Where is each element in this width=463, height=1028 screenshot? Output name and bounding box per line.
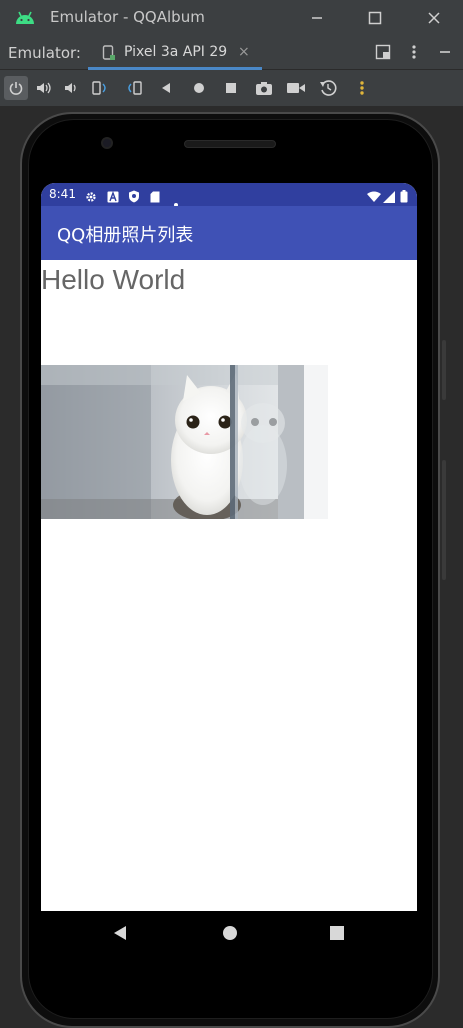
close-icon[interactable]: [422, 6, 446, 30]
screenshot-icon[interactable]: [252, 76, 276, 100]
hello-text: Hello World: [41, 264, 186, 295]
power-side-button[interactable]: [442, 340, 446, 400]
a-status-icon: [107, 188, 119, 207]
sd-card-status-icon: [150, 188, 160, 207]
options-icon[interactable]: [408, 44, 420, 64]
nav-back-icon[interactable]: [113, 925, 127, 945]
battery-icon: [400, 188, 408, 207]
status-time: 8:41: [49, 187, 76, 201]
settings-status-icon: [85, 188, 97, 207]
tab-pixel-3a[interactable]: Pixel 3a API 29 ×: [88, 36, 262, 70]
app-title: QQ相册照片列表: [57, 225, 194, 246]
window-mode-icon[interactable]: [375, 44, 391, 64]
device-screen[interactable]: 8:41 QQ相册照片列表 Hello World: [41, 183, 417, 911]
signal-icon: [383, 188, 395, 207]
maximize-icon[interactable]: [363, 6, 387, 30]
navigation-bar: [41, 911, 417, 959]
nav-home-icon[interactable]: [222, 925, 238, 945]
tab-label: Pixel 3a API 29: [124, 44, 228, 60]
emulator-label: Emulator:: [8, 44, 81, 62]
volume-side-button[interactable]: [442, 460, 446, 580]
hide-icon[interactable]: [438, 44, 452, 64]
emulator-tabbar: Emulator: Pixel 3a API 29 ×: [0, 36, 463, 70]
overview-icon[interactable]: [219, 76, 243, 100]
wifi-icon: [367, 188, 381, 207]
app-bar: QQ相册照片列表: [41, 206, 417, 260]
screen-record-icon[interactable]: [284, 76, 308, 100]
home-icon[interactable]: [187, 76, 211, 100]
minimize-icon[interactable]: [305, 6, 329, 30]
emulator-toolbar: [0, 70, 463, 106]
tab-close-icon[interactable]: ×: [238, 44, 250, 60]
back-icon[interactable]: [154, 76, 178, 100]
rotate-right-icon[interactable]: [122, 76, 146, 100]
volume-up-icon[interactable]: [32, 76, 56, 100]
shield-status-icon: [128, 188, 140, 207]
window-title: Emulator - QQAlbum: [50, 8, 205, 26]
earpiece-speaker: [184, 140, 276, 148]
android-icon: [14, 9, 36, 29]
volume-down-icon[interactable]: [59, 76, 83, 100]
snapshot-icon[interactable]: [316, 76, 340, 100]
device-icon: [102, 45, 116, 65]
white-kitten-photo[interactable]: [41, 365, 328, 519]
power-icon[interactable]: [4, 76, 28, 100]
window-titlebar: Emulator - QQAlbum: [0, 0, 463, 36]
nav-overview-icon[interactable]: [330, 925, 344, 944]
status-bar: 8:41: [41, 183, 417, 207]
rotate-left-icon[interactable]: [88, 76, 112, 100]
more-icon[interactable]: [350, 76, 374, 100]
front-camera: [101, 137, 113, 149]
